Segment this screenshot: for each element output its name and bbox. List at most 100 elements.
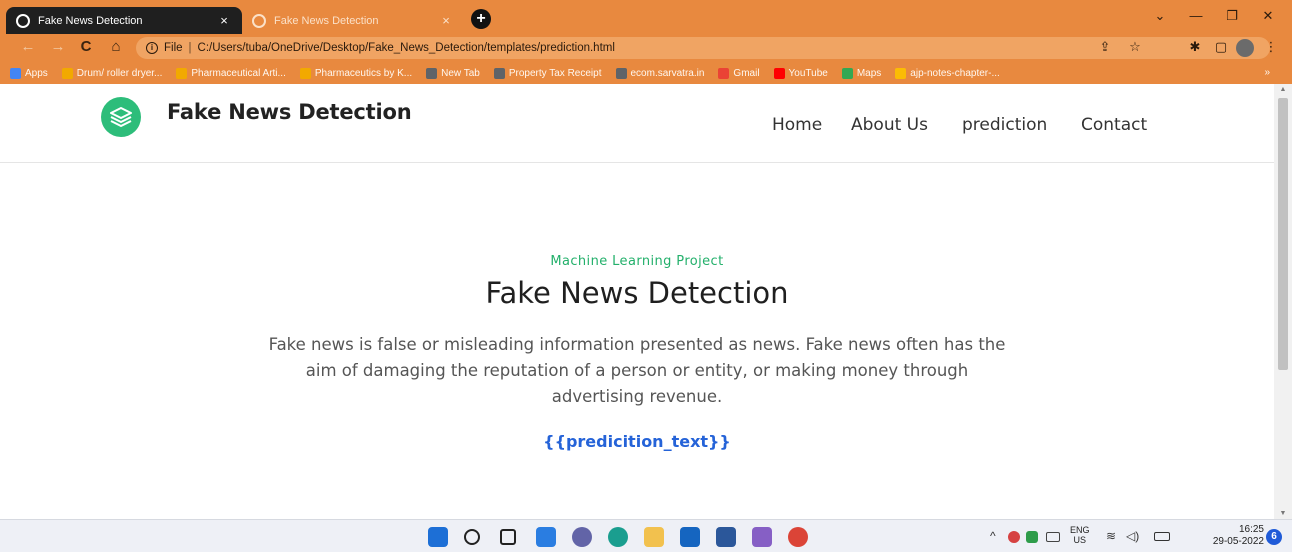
- scroll-down-arrow-icon[interactable]: ▼: [1274, 510, 1292, 517]
- browser-menu-icon[interactable]: ⋮: [1262, 39, 1280, 55]
- bookmark-label: Drum/ roller dryer...: [76, 67, 163, 79]
- globe-icon: [16, 13, 30, 28]
- bookmark-label: ajp-notes-chapter-...: [910, 67, 1000, 79]
- bookmark-item[interactable]: Maps: [841, 67, 881, 79]
- forward-button[interactable]: →: [48, 38, 68, 55]
- taskbar-word-icon[interactable]: [716, 527, 736, 547]
- nav-link-prediction[interactable]: prediction: [962, 115, 1047, 135]
- taskbar-chat-icon[interactable]: [572, 527, 592, 547]
- taskbar-file-explorer-icon[interactable]: [644, 527, 664, 547]
- bookmark-label: Gmail: [733, 67, 760, 79]
- clock-date: 29-05-2022: [1212, 536, 1264, 547]
- bookmark-favicon-icon: [10, 67, 21, 79]
- bookmark-item[interactable]: YouTube: [773, 67, 828, 79]
- address-separator: |: [188, 42, 192, 54]
- volume-icon[interactable]: ◁): [1126, 529, 1139, 543]
- side-panel-icon[interactable]: ▢: [1212, 39, 1230, 55]
- tab-inactive[interactable]: Fake News Detection ×: [242, 7, 464, 34]
- scrollbar-thumb[interactable]: [1278, 98, 1288, 370]
- bookmark-item[interactable]: ajp-notes-chapter-...: [895, 67, 1000, 79]
- tray-overflow-chevron-icon[interactable]: ^: [990, 529, 996, 543]
- bookmark-item[interactable]: Drum/ roller dryer...: [61, 67, 163, 79]
- bookmark-item[interactable]: Gmail: [718, 67, 760, 79]
- taskbar-visual-studio-icon[interactable]: [752, 527, 772, 547]
- bookmarks-bar: Apps Drum/ roller dryer... Pharmaceutical …: [0, 62, 1292, 84]
- bookmark-item[interactable]: Pharmaceutics by K...: [299, 67, 412, 79]
- browser-tab-bar: Fake News Detection × Fake News Detectio…: [0, 0, 1292, 34]
- taskbar-widgets-icon[interactable]: [536, 527, 556, 547]
- prediction-text: {{predicition_text}}: [543, 432, 731, 451]
- tray-app-icon[interactable]: [1026, 531, 1038, 543]
- close-window-button[interactable]: ✕: [1258, 8, 1278, 24]
- tab-title: Fake News Detection: [38, 14, 143, 27]
- restore-button[interactable]: ❐: [1222, 8, 1242, 24]
- back-button[interactable]: ←: [18, 38, 38, 55]
- bookmark-label: Property Tax Receipt: [508, 67, 602, 79]
- bookmark-favicon-icon: [493, 67, 505, 79]
- nav-link-home[interactable]: Home: [772, 115, 822, 135]
- url-text: C:/Users/tuba/OneDrive/Desktop/Fake_News…: [197, 42, 615, 54]
- tab-active[interactable]: Fake News Detection ×: [6, 7, 242, 34]
- home-button[interactable]: ⌂: [106, 38, 126, 55]
- taskbar-task-view-icon[interactable]: [500, 529, 516, 545]
- bookmark-label: Pharmaceutical Arti...: [191, 67, 286, 79]
- wifi-icon[interactable]: ≋: [1106, 529, 1116, 543]
- tab-close-icon[interactable]: ×: [438, 13, 454, 28]
- keyboard-icon[interactable]: [1046, 532, 1060, 542]
- tab-title: Fake News Detection: [274, 14, 379, 27]
- minimize-button[interactable]: —: [1186, 8, 1206, 23]
- taskbar-mail-icon[interactable]: [680, 527, 700, 547]
- share-icon[interactable]: ⇪: [1096, 39, 1114, 55]
- bookmark-label: New Tab: [441, 67, 480, 79]
- info-icon[interactable]: i: [146, 42, 158, 54]
- new-tab-button[interactable]: +: [471, 9, 491, 29]
- bookmark-favicon-icon: [299, 67, 311, 79]
- logo-icon[interactable]: [101, 97, 141, 137]
- extensions-icon[interactable]: ✱: [1186, 39, 1204, 55]
- hero-title: Fake News Detection: [485, 276, 789, 310]
- bookmark-star-icon[interactable]: ☆: [1126, 39, 1144, 55]
- bookmark-favicon-icon: [895, 67, 907, 79]
- notification-badge[interactable]: 6: [1266, 529, 1282, 545]
- taskbar-chrome-icon[interactable]: [788, 527, 808, 547]
- bookmark-favicon-icon: [61, 67, 73, 79]
- tray-app-icon[interactable]: [1008, 531, 1020, 543]
- battery-icon[interactable]: [1154, 532, 1170, 541]
- hero-subtitle: Machine Learning Project: [550, 254, 724, 269]
- hero-section: Machine Learning Project Fake News Detec…: [0, 254, 1274, 451]
- tab-search-chevron-icon[interactable]: ⌄: [1150, 8, 1170, 24]
- bookmark-favicon-icon: [176, 67, 188, 79]
- bookmark-item[interactable]: New Tab: [426, 67, 480, 79]
- taskbar-start-icon[interactable]: [428, 527, 448, 547]
- clock[interactable]: 16:25 29-05-2022: [1208, 524, 1264, 548]
- bookmark-item[interactable]: ecom.sarvatra.in: [615, 67, 704, 79]
- scroll-up-arrow-icon[interactable]: ▲: [1274, 86, 1292, 93]
- bookmark-item[interactable]: Property Tax Receipt: [493, 67, 602, 79]
- bookmark-item[interactable]: Apps: [10, 67, 48, 79]
- reload-button[interactable]: C: [76, 38, 96, 55]
- taskbar-edge-icon[interactable]: [608, 527, 628, 547]
- bookmark-favicon-icon: [426, 67, 438, 79]
- hero-description: Fake news is false or misleading informa…: [268, 335, 1006, 406]
- nav-link-contact[interactable]: Contact: [1081, 115, 1147, 135]
- bookmark-favicon-icon: [718, 67, 730, 79]
- bookmark-favicon-icon: [841, 67, 853, 79]
- vertical-scrollbar[interactable]: ▲ ▼: [1274, 84, 1292, 519]
- taskbar-search-icon[interactable]: [464, 529, 480, 545]
- bookmarks-overflow-icon[interactable]: »: [1264, 67, 1270, 78]
- language-indicator[interactable]: ENG US: [1070, 525, 1090, 545]
- site-header: Fake News Detection Home About Us predic…: [0, 84, 1274, 163]
- taskbar: ^ ENG US ≋ ◁) 16:25 29-05-2022 6: [0, 519, 1292, 552]
- bookmark-label: YouTube: [788, 67, 828, 79]
- tab-close-icon[interactable]: ×: [216, 13, 232, 28]
- bookmark-label: Apps: [25, 67, 48, 79]
- region-code: US: [1073, 535, 1087, 545]
- bookmark-item[interactable]: Pharmaceutical Arti...: [176, 67, 286, 79]
- site-brand[interactable]: Fake News Detection: [167, 100, 412, 124]
- page-viewport: Fake News Detection Home About Us predic…: [0, 84, 1274, 519]
- globe-icon: [252, 13, 266, 28]
- profile-avatar[interactable]: [1236, 39, 1254, 57]
- language-code: ENG: [1070, 525, 1090, 535]
- nav-link-about-us[interactable]: About Us: [851, 115, 928, 135]
- scheme-label: File: [164, 42, 183, 54]
